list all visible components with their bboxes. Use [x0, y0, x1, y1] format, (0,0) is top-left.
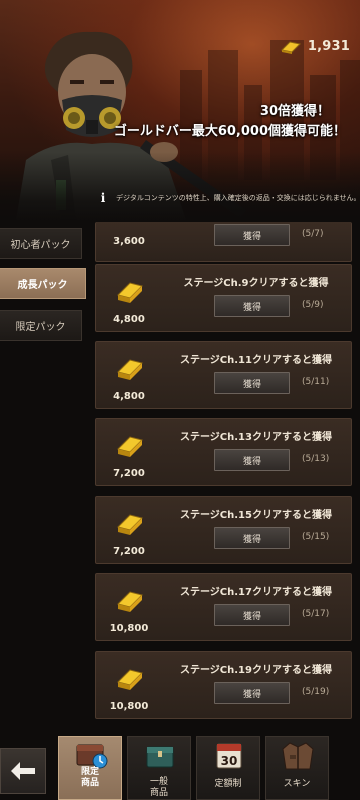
gold-bar-stack-icon	[117, 359, 143, 380]
back-button[interactable]	[0, 748, 46, 794]
reward-row: 7,200 ステージCh.15クリアすると獲得 獲得 (5/15)	[95, 496, 352, 564]
general-shop-icon	[146, 746, 174, 768]
disclaimer-text: デジタルコンテンツの特性上、購入確定後の返品・交換には応じられません。	[116, 194, 360, 202]
claim-button[interactable]: 獲得	[214, 224, 290, 246]
claim-button-label: 獲得	[242, 302, 261, 313]
calendar-icon: 30	[216, 743, 242, 769]
reward-progress: (5/19)	[302, 687, 330, 697]
gold-bar-stack-icon	[117, 514, 143, 535]
bottom-nav: 限定 商品 一般 商品 30 定額制 スキン	[0, 734, 360, 800]
gold-bar-stack-icon	[117, 282, 143, 303]
promo-banner: 1,931 30倍獲得！ ゴールドバー最大60,000個獲得可能！ i デジタル…	[0, 0, 360, 222]
reward-row: 10,800 ステージCh.19クリアすると獲得 獲得 (5/19)	[95, 651, 352, 719]
reward-amount: 3,600	[113, 236, 145, 247]
calendar-day-number: 30	[221, 754, 238, 768]
reward-amount: 10,800	[109, 701, 149, 712]
reward-condition: ステージCh.11クリアすると獲得	[180, 355, 332, 366]
info-icon[interactable]: i	[96, 191, 110, 205]
reward-condition: ステージCh.15クリアすると獲得	[180, 510, 332, 521]
promo-headline: 30倍獲得！	[259, 104, 330, 119]
nav-tab-skins[interactable]: スキン	[265, 736, 329, 800]
reward-amount: 10,800	[109, 623, 149, 634]
back-arrow-icon	[11, 762, 35, 780]
side-tab-label: 成長パック	[17, 280, 68, 291]
reward-amount: 4,800	[113, 391, 145, 402]
claim-button[interactable]: 獲得	[214, 527, 290, 549]
claim-button[interactable]: 獲得	[214, 295, 290, 317]
reward-row: 4,800 ステージCh.11クリアすると獲得 獲得 (5/11)	[95, 341, 352, 409]
reward-condition: ステージCh.17クリアすると獲得	[180, 587, 332, 598]
claim-button[interactable]: 獲得	[214, 682, 290, 704]
side-tab-beginner-pack[interactable]: 初心者パック	[0, 228, 82, 259]
claim-button[interactable]: 獲得	[214, 604, 290, 626]
claim-button-label: 獲得	[242, 611, 261, 622]
side-tab-label: 限定パック	[15, 322, 66, 333]
claim-button[interactable]: 獲得	[214, 372, 290, 394]
claim-button-label: 獲得	[242, 534, 261, 545]
gold-bar-counter: 1,931	[280, 38, 350, 54]
reward-progress: (5/17)	[302, 609, 330, 619]
reward-row: 4,800 ステージCh.9クリアすると獲得 獲得 (5/9)	[95, 264, 352, 332]
reward-progress: (5/7)	[302, 229, 324, 239]
reward-progress: (5/11)	[302, 377, 330, 387]
jacket-icon	[282, 742, 314, 770]
nav-tab-label: 限定 商品	[80, 767, 99, 788]
claim-button-label: 獲得	[242, 456, 261, 467]
nav-tab-limited-items[interactable]: 限定 商品	[58, 736, 122, 800]
promo-subheadline: ゴールドバー最大60,000個獲得可能！	[113, 124, 346, 139]
nav-tab-label: 定額制	[214, 779, 242, 789]
side-tab-growth-pack[interactable]: 成長パック	[0, 268, 86, 299]
side-tab-limited-pack[interactable]: 限定パック	[0, 310, 82, 341]
reward-amount: 4,800	[113, 314, 145, 325]
reward-condition: ステージCh.9クリアすると獲得	[183, 278, 329, 289]
gold-count: 1,931	[307, 38, 350, 54]
nav-tab-subscription[interactable]: 30 定額制	[196, 736, 260, 800]
gold-bar-icon	[280, 41, 301, 54]
claim-button-label: 獲得	[242, 379, 261, 390]
gold-bar-stack-icon	[117, 669, 143, 690]
side-tab-label: 初心者パック	[10, 240, 71, 251]
reward-condition: ステージCh.19クリアすると獲得	[180, 665, 332, 676]
banner-fade	[0, 152, 360, 222]
reward-amount: 7,200	[113, 468, 145, 479]
reward-row: 3,600 獲得 (5/7)	[95, 222, 352, 262]
gold-bar-stack-icon	[117, 436, 143, 457]
reward-progress: (5/13)	[302, 454, 330, 464]
nav-tab-label: スキン	[283, 779, 311, 789]
nav-tab-label: 一般 商品	[149, 777, 168, 798]
claim-button[interactable]: 獲得	[214, 449, 290, 471]
gold-bar-stack-icon	[117, 591, 143, 612]
claim-button-label: 獲得	[242, 231, 261, 242]
reward-row: 7,200 ステージCh.13クリアすると獲得 獲得 (5/13)	[95, 418, 352, 486]
reward-condition: ステージCh.13クリアすると獲得	[180, 432, 332, 443]
nav-tab-general-items[interactable]: 一般 商品	[127, 736, 191, 800]
reward-progress: (5/9)	[302, 300, 324, 310]
reward-row: 10,800 ステージCh.17クリアすると獲得 獲得 (5/17)	[95, 573, 352, 641]
reward-amount: 7,200	[113, 546, 145, 557]
claim-button-label: 獲得	[242, 689, 261, 700]
reward-progress: (5/15)	[302, 532, 330, 542]
disclaimer: i デジタルコンテンツの特性上、購入確定後の返品・交換には応じられません。	[96, 191, 360, 205]
